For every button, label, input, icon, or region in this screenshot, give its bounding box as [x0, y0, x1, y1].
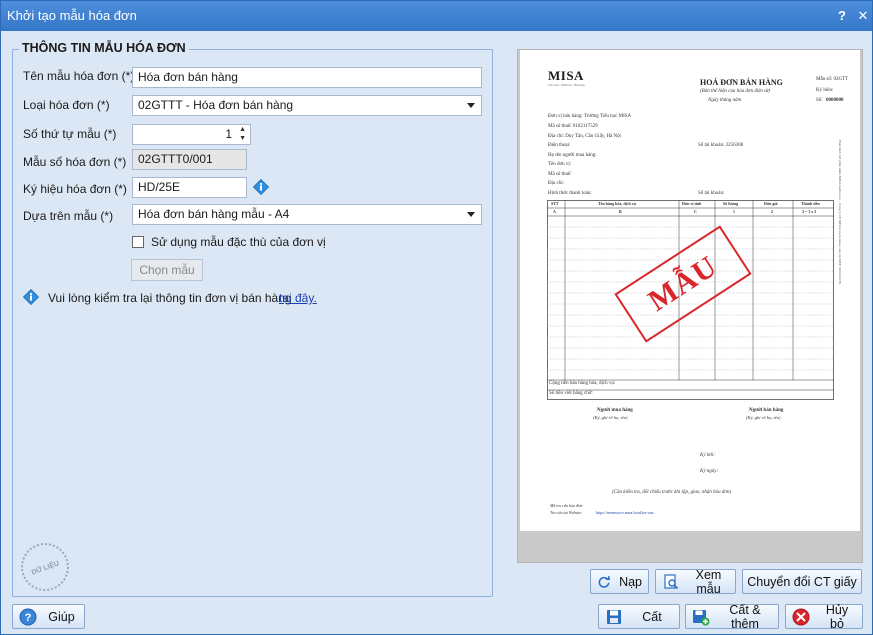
special-template-label: Sử dụng mẫu đặc thù của đơn vị — [151, 235, 326, 249]
template-name-label: Tên mẫu hóa đơn (*) — [23, 69, 135, 83]
group-title: THÔNG TIN MẪU HÓA ĐƠN — [19, 41, 189, 55]
save-add-icon — [693, 609, 710, 625]
preview-heading: HOÁ ĐƠN BÁN HÀNG — [700, 78, 783, 87]
invoice-type-value: 02GTTT - Hóa đơn bán hàng — [138, 98, 294, 112]
ordinal-value: 1 — [225, 127, 232, 141]
ordinal-label: Số thứ tự mẫu (*) — [23, 127, 117, 141]
close-button[interactable]: ✕ — [854, 1, 872, 31]
floppy-disk-icon — [607, 609, 621, 624]
svg-text:?: ? — [25, 612, 32, 624]
save-and-add-button[interactable]: Cất & thêm — [685, 603, 779, 631]
symbol-label: Ký hiệu hóa đơn (*) — [23, 182, 127, 196]
invoice-preview-panel: MISA Trao Giá · Niềm tin · Hài lòng HOÁ … — [517, 49, 863, 563]
save-button[interactable]: Cất — [598, 604, 680, 629]
ordinal-stepper[interactable]: 1 ▲ ▼ — [132, 124, 251, 145]
window-title: Khởi tạo mẫu hóa đơn — [7, 8, 137, 23]
help-button[interactable]: ? Giúp — [12, 604, 85, 629]
dialog-window: Khởi tạo mẫu hóa đơn ? ✕ THÔNG TIN MẪU H… — [0, 0, 873, 635]
template-code-label: Mẫu số hóa đơn (*) — [23, 155, 127, 169]
based-on-value: Hóa đơn bán hàng mẫu - A4 — [138, 207, 290, 221]
info-icon[interactable] — [253, 179, 269, 195]
cancel-button[interactable]: Hủy bỏ — [785, 603, 863, 631]
info-icon — [23, 289, 39, 305]
chevron-down-icon[interactable] — [467, 103, 475, 108]
title-bar: Khởi tạo mẫu hóa đơn — [1, 1, 872, 31]
choose-template-button[interactable]: Chọn mẫu — [131, 259, 203, 281]
based-on-select[interactable]: Hóa đơn bán hàng mẫu - A4 — [132, 204, 482, 225]
invoice-preview-paper: MISA Trao Giá · Niềm tin · Hài lòng HOÁ … — [520, 50, 860, 531]
preview-document-icon — [664, 573, 679, 589]
template-code-field: 02GTTT0/001 — [132, 149, 247, 170]
notice-link[interactable]: tại đây. — [279, 291, 317, 305]
chevron-down-icon[interactable] — [467, 212, 475, 217]
convert-paper-button[interactable]: Chuyển đổi CT giấy — [742, 569, 862, 594]
help-title-button[interactable]: ? — [833, 1, 851, 31]
invoice-type-select[interactable]: 02GTTT - Hóa đơn bán hàng — [132, 95, 482, 116]
special-template-checkbox[interactable] — [132, 236, 144, 248]
template-name-input[interactable]: Hóa đơn bán hàng — [132, 67, 482, 88]
cancel-icon — [792, 608, 810, 625]
invoice-type-label: Loại hóa đơn (*) — [23, 98, 110, 112]
refresh-icon — [598, 575, 611, 588]
stepper-arrows-icon[interactable]: ▲ ▼ — [239, 125, 246, 143]
reload-button[interactable]: Nạp — [590, 569, 649, 594]
misa-logo: MISA — [548, 68, 584, 83]
notice-text: Vui lòng kiểm tra lại thông tin đơn vị b… — [48, 291, 292, 305]
view-template-button[interactable]: Xem mẫu — [655, 568, 736, 596]
based-on-label: Dựa trên mẫu (*) — [23, 209, 114, 223]
symbol-input[interactable]: HD/25E — [132, 177, 247, 198]
help-icon: ? — [19, 608, 37, 625]
